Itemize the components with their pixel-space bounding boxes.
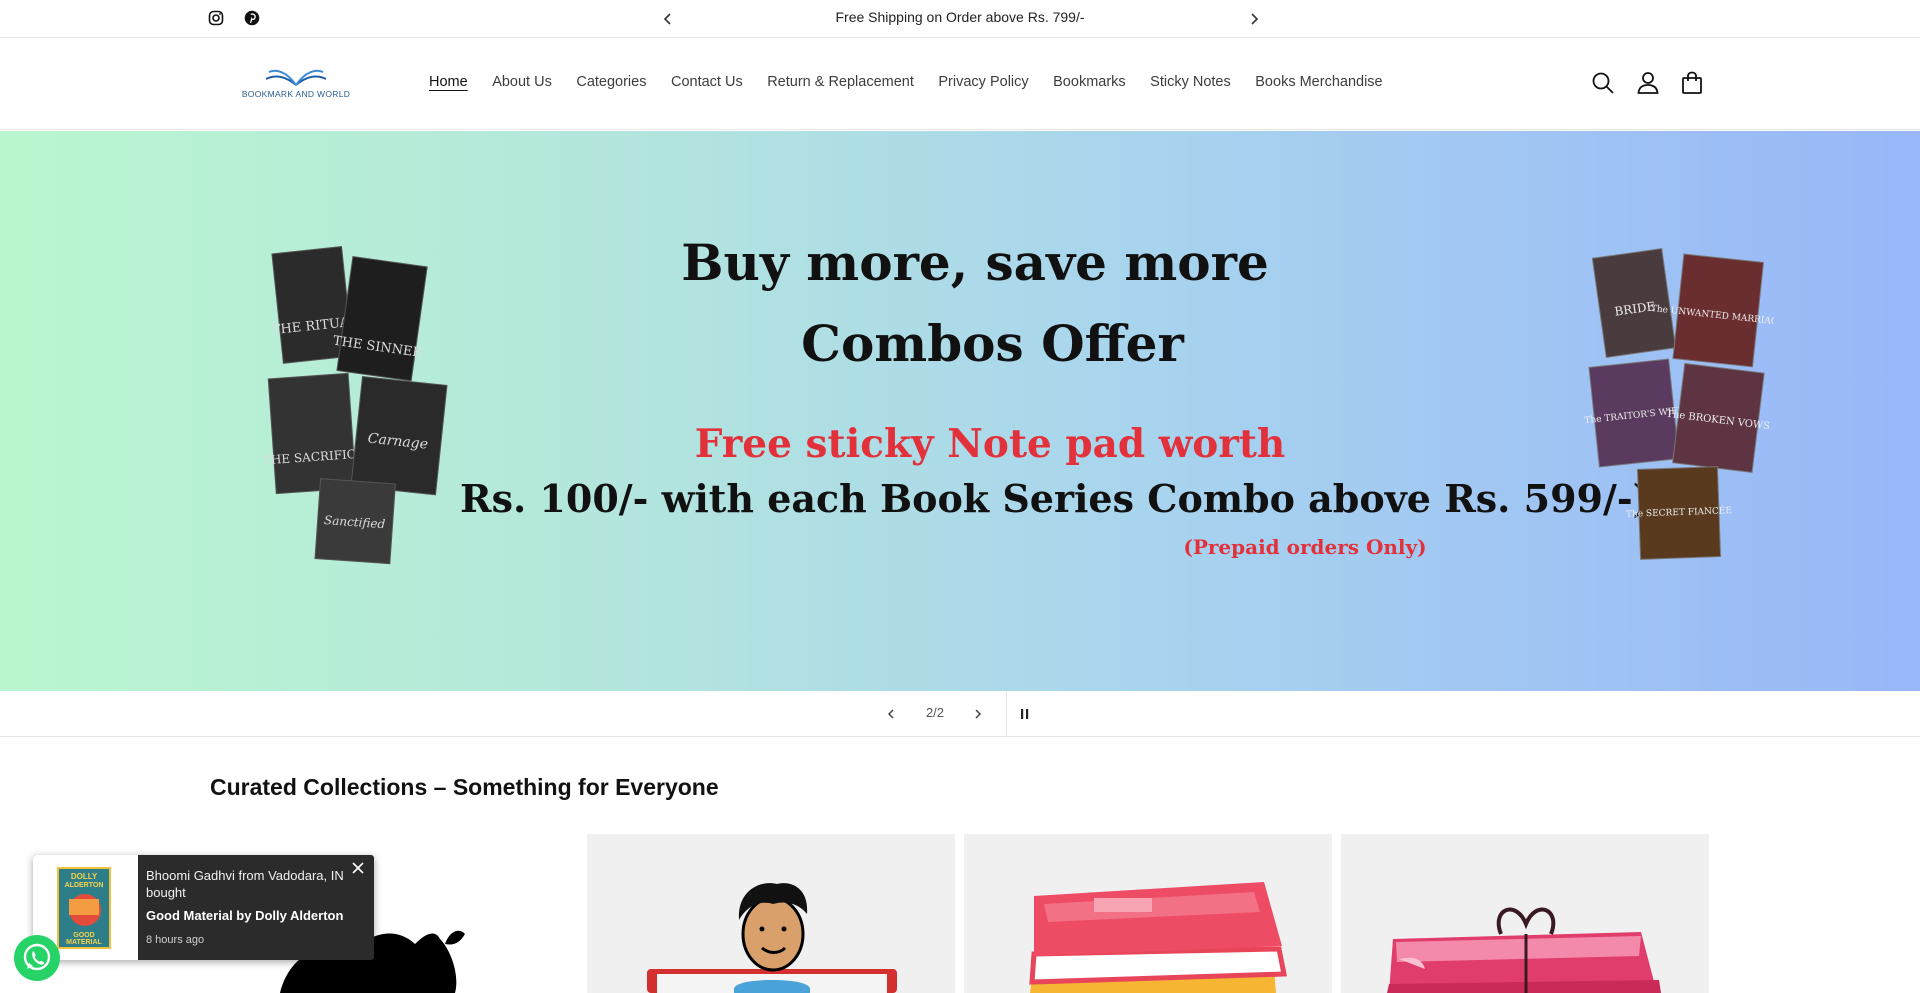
cover-author: DOLLY — [71, 872, 98, 881]
nav-sticky-notes[interactable]: Sticky Notes — [1150, 74, 1231, 90]
pause-slideshow-button[interactable] — [1015, 704, 1035, 724]
pinterest-icon[interactable] — [244, 10, 260, 26]
nav-contact-us[interactable]: Contact Us — [671, 74, 743, 90]
cover-title-2: MATERIAL — [66, 939, 102, 946]
recent-sale-popup[interactable]: DOLLY ALDERTON GOOD MATERIAL Bhoomi Gadh… — [33, 855, 374, 960]
nav-bookmarks[interactable]: Bookmarks — [1053, 74, 1126, 90]
left-book-covers-image: THE RITUAL THE SINNER THE SACRIFICE Carn… — [262, 246, 448, 565]
pause-icon — [1021, 709, 1029, 719]
nav-categories[interactable]: Categories — [576, 74, 646, 90]
close-icon[interactable] — [351, 861, 365, 875]
popup-buyer-text: Bhoomi Gadhvi from Vadodara, IN bought — [146, 868, 344, 900]
nav-about-us[interactable]: About Us — [492, 74, 552, 90]
cover-title-1: GOOD — [73, 932, 94, 939]
popup-product-name[interactable]: Good Material by Dolly Alderton — [146, 908, 343, 923]
right-book-covers-image: BRIDE The UNWANTED MARRIAGE The TRAITOR'… — [1584, 248, 1774, 560]
site-logo[interactable]: BOOKMARK AND WORLD — [236, 67, 356, 103]
social-links — [208, 10, 260, 26]
main-nav: Home About Us Categories Contact Us Retu… — [429, 74, 1407, 90]
nav-home[interactable]: Home — [429, 74, 468, 90]
whatsapp-icon — [23, 943, 51, 971]
collection-card-4[interactable] — [1341, 834, 1709, 993]
announcement-prev-button[interactable] — [658, 9, 678, 29]
collections-heading: Curated Collections – Something for Ever… — [210, 774, 719, 800]
nav-return-replacement[interactable]: Return & Replacement — [767, 74, 914, 90]
slideshow-controls: 2/2 — [0, 691, 1920, 737]
cover-author-last: ALDERTON — [65, 882, 104, 889]
banner-subheadline: Combos Offer — [801, 314, 1184, 373]
account-icon[interactable] — [1635, 70, 1661, 96]
nav-privacy-policy[interactable]: Privacy Policy — [938, 74, 1028, 90]
announcement-text: Free Shipping on Order above Rs. 799/- — [835, 9, 1085, 25]
announcement-next-button[interactable] — [1244, 9, 1264, 29]
collection-image-4 — [1387, 907, 1661, 993]
search-icon[interactable] — [1590, 70, 1616, 96]
collection-card-3[interactable] — [964, 834, 1332, 993]
banner-offer-line: Free sticky Note pad worth — [694, 421, 1286, 467]
whatsapp-chat-button[interactable] — [14, 935, 60, 981]
slide-prev-button[interactable] — [881, 704, 901, 724]
slide-counter: 2/2 — [925, 705, 945, 720]
nav-books-merchandise[interactable]: Books Merchandise — [1255, 74, 1382, 90]
instagram-icon[interactable] — [208, 10, 224, 26]
banner-offer-detail: Rs. 100/- with each Book Series Combo ab… — [460, 476, 1651, 521]
cart-icon[interactable] — [1679, 70, 1705, 96]
collection-card-2[interactable] — [587, 834, 955, 993]
open-book-logo-icon — [265, 69, 327, 86]
slider-divider — [1006, 691, 1007, 737]
site-header: BOOKMARK AND WORLD Home About Us Categor… — [0, 39, 1920, 130]
banner-headline: Buy more, save more — [681, 233, 1269, 292]
banner-prepaid-note: (Prepaid orders Only) — [1183, 535, 1427, 559]
popup-time: 8 hours ago — [146, 934, 205, 946]
hero-banner[interactable]: THE RITUAL THE SINNER THE SACRIFICE Carn… — [0, 131, 1920, 691]
collection-image-3 — [1029, 882, 1288, 993]
logo-text: BOOKMARK AND WORLD — [241, 89, 351, 99]
announcement-bar: Free Shipping on Order above Rs. 799/- — [0, 0, 1920, 38]
slide-next-button[interactable] — [968, 704, 988, 724]
collection-image-2 — [647, 883, 897, 993]
